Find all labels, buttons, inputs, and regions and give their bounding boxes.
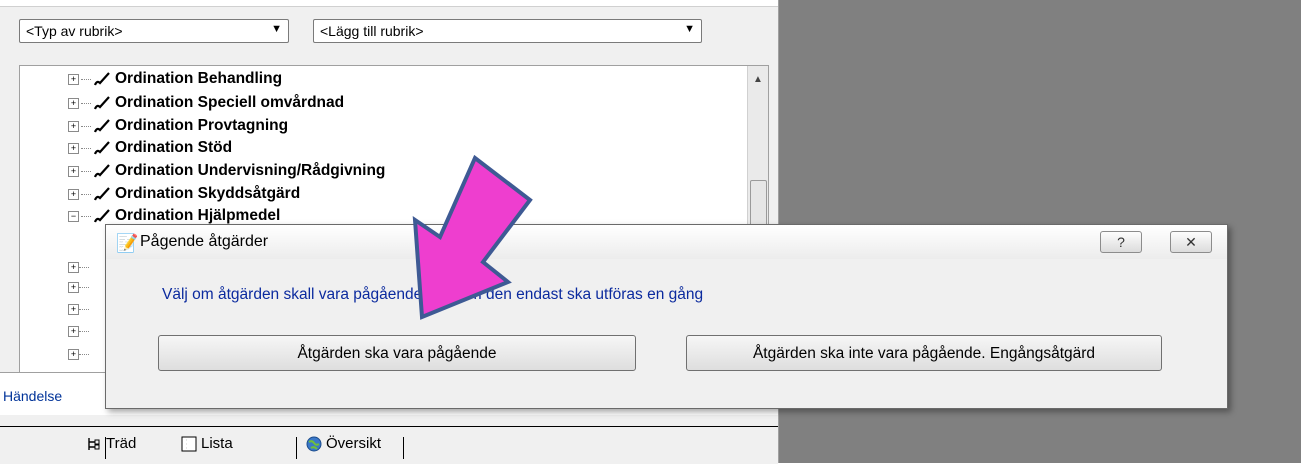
tree-item-skyddsatgard[interactable]: + Ordination Skyddsåtgärd bbox=[68, 185, 300, 204]
expand-icon[interactable]: + bbox=[68, 120, 79, 132]
tab-oversikt[interactable]: Översikt bbox=[306, 435, 381, 452]
edit-note-icon: 📝 bbox=[116, 233, 139, 253]
add-heading-select[interactable]: <Lägg till rubrik> ▼ bbox=[313, 19, 702, 43]
expand-icon[interactable]: + bbox=[68, 165, 79, 177]
tab-divider bbox=[403, 437, 404, 459]
one-time-action-button[interactable]: Åtgärden ska inte vara pågående. Engångs… bbox=[686, 335, 1162, 371]
expand-icon[interactable]: + bbox=[68, 304, 79, 316]
close-button[interactable]: ✕ bbox=[1170, 231, 1212, 253]
pen-icon bbox=[93, 141, 110, 155]
tree-item-behandling[interactable]: + Ordination Behandling bbox=[68, 70, 282, 89]
globe-icon bbox=[306, 436, 322, 452]
tree-item-hidden[interactable]: + bbox=[68, 346, 89, 365]
tree-item-label: Ordination Undervisning/Rådgivning bbox=[115, 162, 386, 179]
list-icon bbox=[181, 436, 197, 452]
tree-item-stod[interactable]: + Ordination Stöd bbox=[68, 139, 232, 158]
dialog-titlebar[interactable]: 📝 Pågende åtgärder ? ✕ bbox=[106, 225, 1227, 259]
tree-item-hidden[interactable]: + bbox=[68, 259, 89, 278]
tree-item-label: Ordination Stöd bbox=[115, 139, 233, 156]
add-heading-value: <Lägg till rubrik> bbox=[320, 23, 424, 39]
expand-icon[interactable]: + bbox=[68, 282, 79, 294]
tree-item-provtagning[interactable]: + Ordination Provtagning bbox=[68, 117, 288, 136]
pen-icon bbox=[93, 72, 110, 86]
top-rule bbox=[0, 0, 778, 7]
expand-icon[interactable]: + bbox=[68, 349, 79, 361]
dialog-title: Pågende åtgärder bbox=[140, 233, 269, 250]
pen-icon bbox=[93, 209, 110, 223]
tab-lista[interactable]: Lista bbox=[181, 435, 233, 452]
tree-icon bbox=[88, 438, 100, 451]
expand-icon[interactable]: + bbox=[68, 188, 79, 200]
tree-item-hidden[interactable]: + bbox=[68, 301, 89, 320]
tab-divider bbox=[296, 437, 297, 459]
tree-item-hidden[interactable]: + bbox=[68, 279, 89, 298]
pen-icon bbox=[93, 187, 110, 201]
tree-item-label: Ordination Skyddsåtgärd bbox=[115, 185, 301, 202]
tree-item-undervisning[interactable]: + Ordination Undervisning/Rådgivning bbox=[68, 162, 385, 181]
ongoing-actions-dialog: 📝 Pågende åtgärder ? ✕ Välj om åtgärden … bbox=[105, 224, 1228, 409]
tab-trad[interactable]: Träd bbox=[86, 435, 136, 452]
tab-divider bbox=[105, 437, 106, 459]
pen-icon bbox=[93, 119, 110, 133]
events-tab-label[interactable]: Händelse bbox=[3, 388, 62, 404]
pen-icon bbox=[93, 96, 110, 110]
expand-icon[interactable]: + bbox=[68, 73, 79, 85]
expand-icon[interactable]: + bbox=[68, 97, 79, 109]
expand-icon[interactable]: + bbox=[68, 262, 79, 274]
collapse-icon[interactable]: − bbox=[68, 210, 79, 222]
dropdown-arrow-icon[interactable]: ▼ bbox=[684, 23, 695, 35]
tab-label: Översikt bbox=[326, 435, 382, 452]
dialog-message: Välj om åtgärden skall vara pågående ell… bbox=[162, 286, 704, 303]
dropdown-arrow-icon[interactable]: ▼ bbox=[271, 23, 282, 35]
ongoing-action-button[interactable]: Åtgärden ska vara pågående bbox=[158, 335, 636, 371]
heading-type-select[interactable]: <Typ av rubrik> ▼ bbox=[19, 19, 289, 43]
expand-icon[interactable]: + bbox=[68, 142, 79, 154]
scroll-up-icon[interactable]: ▲ bbox=[753, 74, 763, 85]
help-button[interactable]: ? bbox=[1100, 231, 1142, 253]
tree-item-label: Ordination Provtagning bbox=[115, 117, 289, 134]
tree-item-label: Ordination Speciell omvårdnad bbox=[115, 94, 345, 111]
tree-item-label: Ordination Hjälpmedel bbox=[115, 207, 281, 224]
heading-type-value: <Typ av rubrik> bbox=[26, 23, 123, 39]
tree-item-speciell-omvardnad[interactable]: + Ordination Speciell omvårdnad bbox=[68, 94, 344, 113]
tab-label: Träd bbox=[106, 435, 137, 452]
expand-icon[interactable]: + bbox=[68, 326, 79, 338]
pen-icon bbox=[93, 164, 110, 178]
view-tabs: Träd Lista Översikt bbox=[0, 426, 778, 464]
tree-item-label: Ordination Behandling bbox=[115, 70, 283, 87]
tab-label: Lista bbox=[201, 435, 233, 452]
tree-item-hidden[interactable]: + bbox=[68, 323, 89, 342]
